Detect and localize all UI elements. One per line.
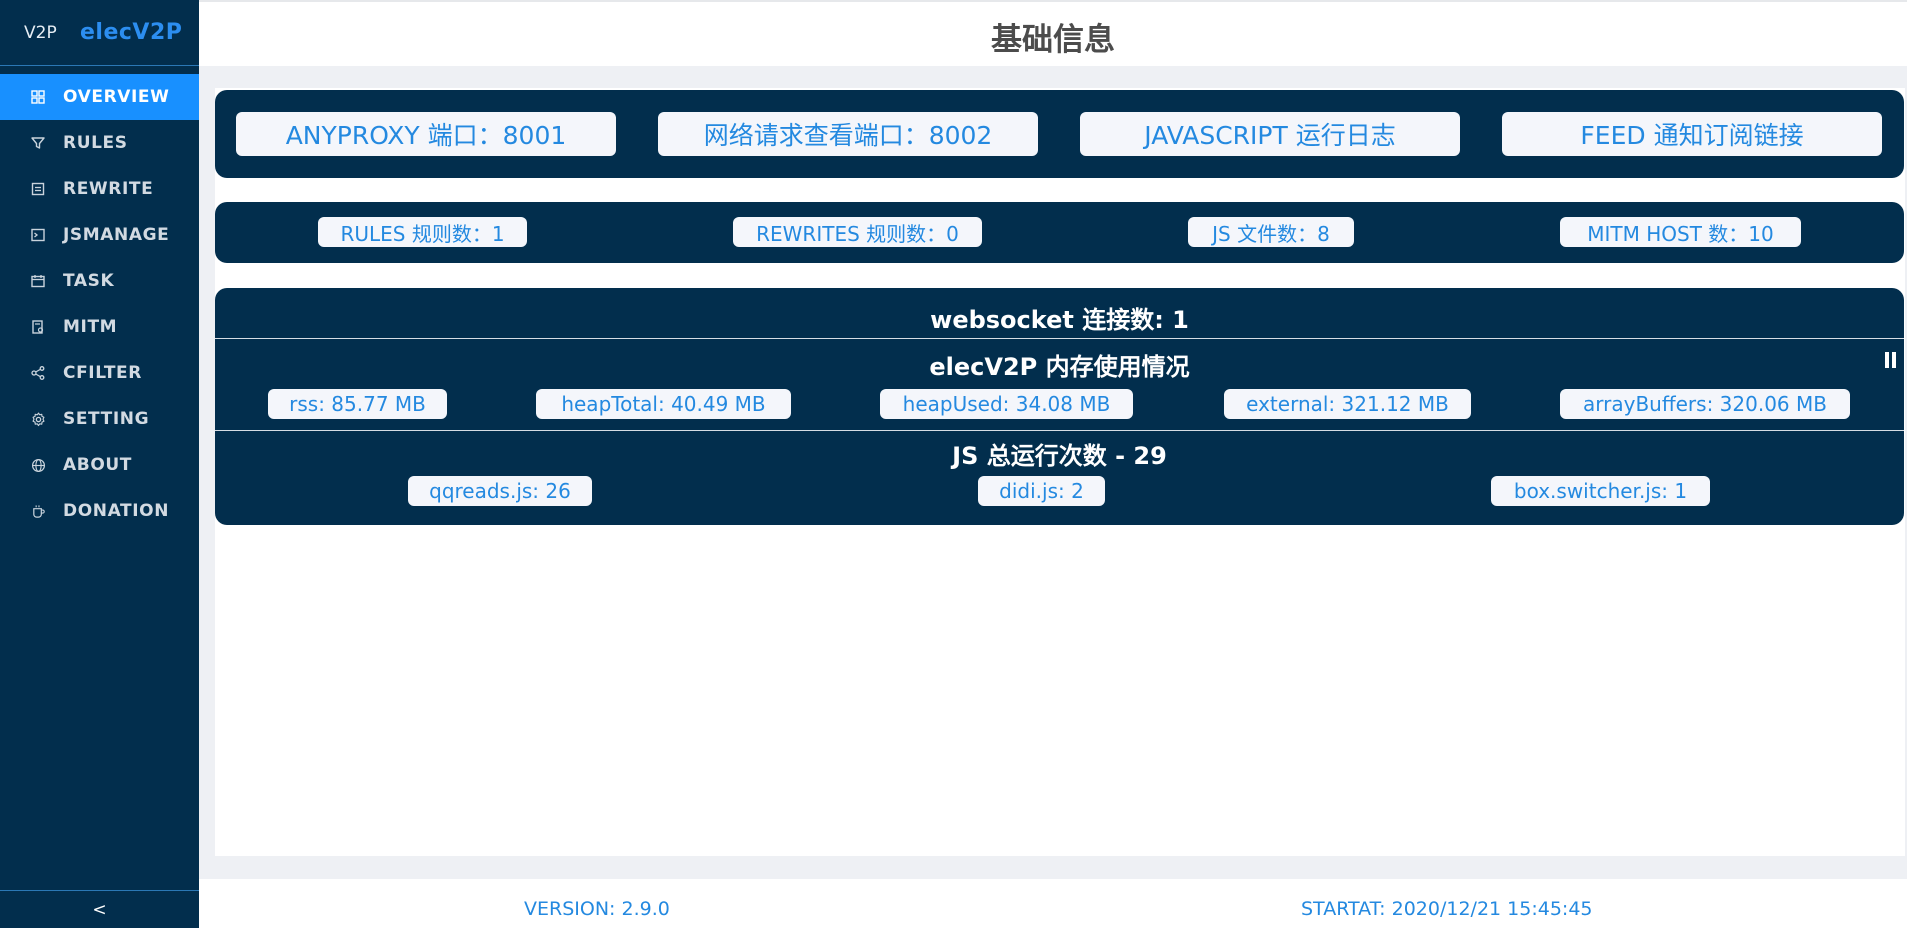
sidebar-item-cfilter[interactable]: CFILTER [0, 350, 199, 396]
collapse-sidebar-button[interactable]: < [0, 890, 199, 928]
memory-stat-external: external: 321.12 MB [1224, 389, 1471, 419]
sidebar: V2P elecV2P OVERVIEW RULES REWRITE JSMAN… [0, 0, 199, 928]
certificate-icon [30, 319, 46, 335]
filter-icon [30, 135, 46, 151]
sidebar-item-label: RULES [63, 133, 128, 153]
js-runs-title: JS 总运行次数 - 29 [952, 442, 1167, 470]
divider [215, 338, 1904, 339]
javascript-log-link[interactable]: JAVASCRIPT 运行日志 [1080, 112, 1460, 156]
request-viewer-port-link[interactable]: 网络请求查看端口：8002 [658, 112, 1038, 156]
logo-mark: V2P [24, 22, 57, 43]
calendar-icon [30, 273, 46, 289]
sidebar-nav: OVERVIEW RULES REWRITE JSMANAGE TASK MIT… [0, 74, 199, 534]
sidebar-item-jsmanage[interactable]: JSMANAGE [0, 212, 199, 258]
mitm-host-count[interactable]: MITM HOST 数：10 [1560, 217, 1801, 247]
document-icon [30, 181, 46, 197]
sidebar-item-label: MITM [63, 317, 118, 337]
js-files-count[interactable]: JS 文件数：8 [1188, 217, 1354, 247]
top-border [199, 0, 1907, 2]
start-time-text: STARTAT: 2020/12/21 15:45:45 [1301, 898, 1593, 920]
memory-stat-heapused: heapUsed: 34.08 MB [880, 389, 1133, 419]
gear-icon [30, 411, 46, 427]
sidebar-item-label: ABOUT [63, 455, 132, 475]
version-text: VERSION: 2.9.0 [524, 898, 670, 920]
page-title: 基础信息 [991, 22, 1115, 58]
terminal-icon [30, 227, 46, 243]
sidebar-item-overview[interactable]: OVERVIEW [0, 74, 199, 120]
rules-count[interactable]: RULES 规则数：1 [318, 217, 527, 247]
rewrites-count[interactable]: REWRITES 规则数：0 [733, 217, 982, 247]
memory-stat-arraybuffers: arrayBuffers: 320.06 MB [1560, 389, 1850, 419]
memory-usage-title: elecV2P 内存使用情况 [929, 353, 1190, 381]
status-panel: websocket 连接数: 1 elecV2P 内存使用情况 rss: 85.… [215, 288, 1904, 525]
sidebar-item-mitm[interactable]: MITM [0, 304, 199, 350]
sidebar-item-donation[interactable]: DONATION [0, 488, 199, 534]
sidebar-item-label: SETTING [63, 409, 150, 429]
chevron-left-icon: < [92, 899, 107, 920]
brand: V2P elecV2P [0, 0, 199, 66]
feed-subscribe-link[interactable]: FEED 通知订阅链接 [1502, 112, 1882, 156]
sidebar-item-task[interactable]: TASK [0, 258, 199, 304]
sidebar-item-about[interactable]: ABOUT [0, 442, 199, 488]
websocket-count: websocket 连接数: 1 [930, 306, 1189, 334]
anyproxy-port-link[interactable]: ANYPROXY 端口：8001 [236, 112, 616, 156]
divider [215, 430, 1904, 431]
brand-name: elecV2P [80, 20, 183, 45]
sidebar-item-label: CFILTER [63, 363, 142, 383]
sidebar-item-label: TASK [63, 271, 115, 291]
memory-stat-heaptotal: heapTotal: 40.49 MB [536, 389, 791, 419]
sidebar-item-label: JSMANAGE [63, 225, 170, 245]
sidebar-item-setting[interactable]: SETTING [0, 396, 199, 442]
globe-icon [30, 457, 46, 473]
coffee-icon [30, 503, 46, 519]
sidebar-item-rewrite[interactable]: REWRITE [0, 166, 199, 212]
js-run-item: box.switcher.js: 1 [1491, 476, 1710, 506]
links-panel: ANYPROXY 端口：8001 网络请求查看端口：8002 JAVASCRIP… [215, 90, 1904, 178]
main-content: 基础信息 ANYPROXY 端口：8001 网络请求查看端口：8002 JAVA… [199, 0, 1907, 928]
sidebar-item-label: DONATION [63, 501, 170, 521]
memory-stat-rss: rss: 85.77 MB [268, 389, 447, 419]
share-icon [30, 365, 46, 381]
js-run-item: didi.js: 2 [978, 476, 1105, 506]
sidebar-item-rules[interactable]: RULES [0, 120, 199, 166]
sidebar-item-label: OVERVIEW [63, 87, 170, 107]
counts-panel: RULES 规则数：1 REWRITES 规则数：0 JS 文件数：8 MITM… [215, 202, 1904, 263]
pause-icon[interactable] [1882, 350, 1898, 370]
js-run-item: qqreads.js: 26 [408, 476, 592, 506]
sidebar-item-label: REWRITE [63, 179, 154, 199]
grid-icon [30, 89, 46, 105]
